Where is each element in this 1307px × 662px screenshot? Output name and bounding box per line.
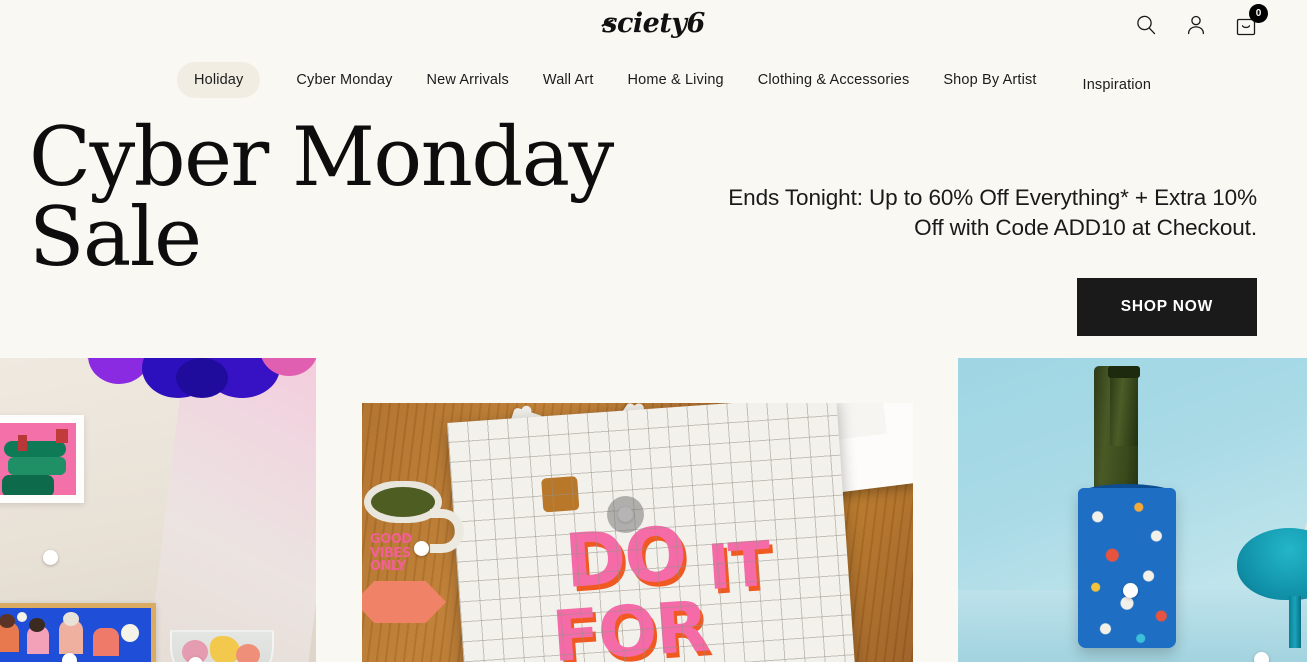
tile-room-with-wall-art[interactable] (0, 358, 316, 662)
mug-tea (371, 487, 435, 517)
search-icon[interactable] (1133, 12, 1159, 38)
puzzle-gap (541, 476, 580, 513)
nav-item-shop-by-artist[interactable]: Shop By Artist (943, 62, 1036, 98)
good-vibes-only-mug: GOOD VIBES ONLY (364, 481, 464, 601)
framed-art-bottom (0, 603, 156, 662)
tile-hotspot[interactable] (62, 653, 77, 662)
nav-item-cyber-monday[interactable]: Cyber Monday (296, 62, 392, 98)
header-icon-group: 0 (1133, 4, 1268, 38)
wine-bottle-lip (1108, 366, 1140, 378)
hero-headline-line-2: Sale (29, 191, 202, 286)
hero-headline-line-1: Cyber Monday (29, 111, 614, 205)
shopping-bag-icon[interactable]: 0 (1233, 4, 1268, 38)
framed-art-bottom-image (0, 608, 151, 662)
nav-item-clothing-accessories[interactable]: Clothing & Accessories (758, 62, 910, 98)
nav-item-inspiration[interactable]: Inspiration (1083, 67, 1152, 103)
assembled-puzzle: DO IT FOR YOU (447, 403, 857, 662)
nav-item-wall-art[interactable]: Wall Art (543, 62, 594, 98)
framed-art-top-image (0, 423, 76, 495)
hero-headline: Cyber Monday Sale (29, 111, 649, 286)
patterned-wine-cooler (1078, 488, 1176, 648)
cart-count-badge: 0 (1249, 4, 1268, 23)
framed-art-top (0, 415, 84, 503)
nav-item-new-arrivals[interactable]: New Arrivals (427, 62, 509, 98)
nav-item-home-and-living[interactable]: Home & Living (628, 62, 724, 98)
tile-do-it-for-you-puzzle[interactable]: 500 Piece Puzzle DO IT FOR YOU GOOD VIBE… (362, 403, 913, 662)
puzzle-word-you: YOU (530, 650, 699, 662)
glass-fruit-bowl (170, 630, 274, 662)
purple-ceiling-light (58, 358, 316, 452)
tile-hotspot[interactable] (607, 496, 644, 533)
tile-hotspot[interactable] (43, 550, 58, 565)
hero-promo-block: Ends Tonight: Up to 60% Off Everything* … (727, 183, 1257, 337)
hero-promo-text: Ends Tonight: Up to 60% Off Everything* … (728, 185, 1257, 240)
wine-bottle-neck (1110, 366, 1138, 446)
puzzle-word-for: FOR (549, 585, 710, 662)
logo-o-slash: s (602, 8, 617, 39)
site-logo[interactable]: sciety6 (0, 8, 1307, 39)
tile-hotspot[interactable] (1123, 583, 1138, 598)
shop-now-button[interactable]: SHOP NOW (1076, 278, 1257, 337)
puzzle-word-it: IT (705, 526, 772, 605)
tile-hotspot[interactable] (414, 541, 429, 556)
cocktail-glass-stem (1289, 596, 1301, 648)
logo-text: ciety6 (616, 8, 705, 39)
primary-navigation: Holiday Cyber Monday New Arrivals Wall A… (0, 62, 1307, 103)
account-icon[interactable] (1183, 12, 1209, 38)
tile-wine-bottle-cooler[interactable] (958, 358, 1307, 662)
tile-hotspot[interactable] (1254, 652, 1269, 662)
nav-item-holiday[interactable]: Holiday (177, 62, 261, 98)
